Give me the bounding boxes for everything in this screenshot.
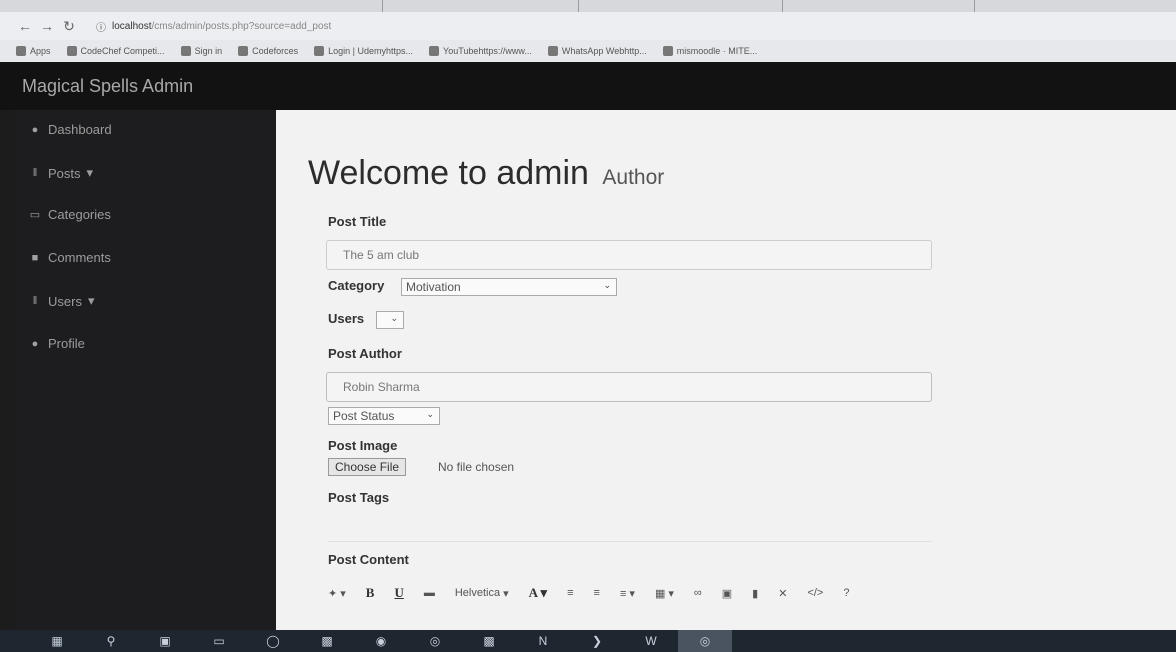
chevron-down-icon: ⌄ (603, 280, 611, 290)
chrome-icon[interactable]: ◎ (408, 630, 462, 652)
word-icon[interactable]: W (624, 630, 678, 652)
sidebar-item-posts[interactable]: ‖ Posts ▾ (28, 165, 93, 181)
chevron-down-icon: ▾ (87, 293, 95, 308)
editor-toolbar: ✦ ▾ B U ▬ Helvetica ▾ A ▾ ≡ ≡ ≡ ▾ ▦ ▾ ∞ … (328, 580, 1128, 606)
comments-icon: ■ (31, 251, 39, 264)
udemy-icon (314, 46, 325, 56)
bookmark-whatsapp[interactable]: WhatsApp Webhttp... (547, 46, 647, 56)
post-image-label: Post Image (328, 438, 398, 453)
bookmark-mismoodle[interactable]: mismoodle · MITE... (662, 46, 757, 56)
vscode-icon[interactable]: ❯ (570, 630, 624, 652)
moodle-icon (662, 46, 673, 56)
post-tags-label: Post Tags (328, 490, 390, 505)
picture-icon[interactable]: ▣ (722, 587, 732, 600)
bookmark-apps[interactable]: Apps (16, 46, 51, 56)
chrome-active-icon[interactable]: ◎ (678, 630, 732, 652)
post-tags-input[interactable] (328, 514, 932, 542)
post-author-input[interactable]: Robin Sharma (326, 372, 932, 402)
bookmark-sign-in[interactable]: Sign in (180, 46, 222, 56)
sidebar-item-categories[interactable]: ▭ Categories (28, 207, 111, 222)
table-icon[interactable]: ▦ ▾ (655, 587, 674, 600)
task-view-icon[interactable]: ▣ (138, 630, 192, 652)
reload-icon[interactable]: ↻ (58, 18, 80, 35)
bookmark-youtube[interactable]: YouTubehttps://www... (429, 46, 532, 56)
windows-start-icon[interactable]: ▦ (30, 630, 84, 652)
app-icon[interactable]: ▩ (300, 630, 354, 652)
bookmarks-bar: Apps CodeChef Competi... Sign in Codefor… (0, 40, 1176, 62)
tab-divider (382, 0, 383, 12)
sidebar-item-dashboard[interactable]: ● Dashboard (28, 122, 112, 137)
magic-wand-icon[interactable]: ✦ ▾ (328, 587, 346, 600)
browser-tab-strip (0, 0, 1176, 12)
info-icon: ⓘ (96, 22, 106, 34)
sidebar: ● Dashboard ‖ Posts ▾ ▭ Categories ■ Com… (14, 110, 276, 630)
app-icon[interactable]: ▩ (462, 630, 516, 652)
unordered-list-icon[interactable]: ≡ (567, 587, 573, 599)
users-icon: ‖ (32, 295, 38, 307)
os-taskbar: ▦ ⚲ ▣ ▭ ◯ ▩ ◉ ◎ ▩ N ❯ W ◎ (0, 630, 1176, 652)
edge-browser-icon[interactable]: ◯ (246, 630, 300, 652)
post-author-label: Post Author (328, 346, 402, 361)
link-icon[interactable]: ∞ (694, 587, 702, 599)
post-title-label: Post Title (328, 214, 387, 229)
tab-divider (782, 0, 783, 12)
codeforces-icon (238, 46, 249, 56)
app-icon[interactable]: ◉ (354, 630, 408, 652)
main-content: Welcome to admin Author Post Title The 5… (276, 110, 1176, 630)
fullscreen-icon[interactable]: ✕ (778, 587, 787, 600)
address-bar: ← → ↻ ⓘ localhost/cms/admin/posts.php?so… (0, 12, 1176, 40)
choose-file-button[interactable]: Choose File (328, 458, 407, 476)
video-icon[interactable]: ▮ (752, 587, 758, 600)
page-title: Welcome to admin Author (308, 154, 665, 192)
font-family-select[interactable]: Helvetica ▾ (455, 587, 509, 600)
url-path: /cms/admin/posts.php?source=add_post (151, 20, 332, 32)
help-icon[interactable]: ? (843, 587, 849, 599)
underline-icon[interactable]: U (394, 585, 403, 601)
paragraph-align-icon[interactable]: ≡ ▾ (620, 587, 635, 600)
whatsapp-icon (547, 46, 558, 56)
brand-title[interactable]: Magical Spells Admin (22, 76, 193, 97)
eraser-icon[interactable]: ▬ (424, 587, 435, 599)
chevron-down-icon: ▾ (86, 165, 94, 180)
file-explorer-icon[interactable]: ▭ (192, 630, 246, 652)
bookmark-udemy[interactable]: Login | Udemyhttps... (314, 46, 413, 56)
bookmark-codeforces[interactable]: Codeforces (238, 46, 298, 56)
forward-icon[interactable]: → (36, 18, 58, 34)
sign-in-icon (180, 46, 191, 56)
code-view-icon[interactable]: </> (807, 587, 823, 599)
category-select[interactable]: Motivation ⌄ (401, 278, 617, 296)
sidebar-item-comments[interactable]: ■ Comments (28, 250, 111, 265)
back-icon[interactable]: ← (14, 18, 36, 34)
youtube-icon (429, 46, 440, 56)
users-select[interactable]: ⌄ (376, 311, 404, 329)
posts-icon: ‖ (32, 167, 38, 179)
post-title-input[interactable]: The 5 am club (326, 240, 932, 270)
post-status-select[interactable]: Post Status ⌄ (328, 407, 440, 425)
tab-divider (974, 0, 975, 12)
bookmark-codechef[interactable]: CodeChef Competi... (66, 46, 165, 56)
users-label: Users (328, 311, 365, 326)
no-file-chosen-text: No file chosen (438, 460, 515, 474)
sidebar-item-users[interactable]: ‖ Users ▾ (28, 293, 95, 309)
tab-divider (578, 0, 579, 12)
chevron-down-icon: ⌄ (390, 313, 398, 323)
font-color-icon[interactable]: A ▾ (529, 585, 547, 601)
chevron-down-icon: ⌄ (426, 409, 434, 419)
sidebar-item-profile[interactable]: ● Profile (28, 336, 85, 351)
post-content-label: Post Content (328, 552, 409, 567)
categories-icon: ▭ (29, 209, 41, 221)
onenote-icon[interactable]: N (516, 630, 570, 652)
url-host: localhost (112, 20, 152, 32)
ordered-list-icon[interactable]: ≡ (594, 587, 600, 599)
dashboard-icon: ● (31, 123, 39, 136)
bold-icon[interactable]: B (366, 585, 375, 601)
top-navbar: Magical Spells Admin (0, 62, 1176, 110)
profile-icon: ● (31, 337, 39, 350)
apps-grid-icon (16, 46, 26, 56)
codechef-icon (66, 46, 77, 56)
url-field[interactable]: ⓘ localhost/cms/admin/posts.php?source=a… (96, 19, 331, 34)
search-icon[interactable]: ⚲ (84, 630, 138, 652)
category-label: Category (328, 278, 385, 293)
page-subtitle: Author (602, 166, 665, 189)
